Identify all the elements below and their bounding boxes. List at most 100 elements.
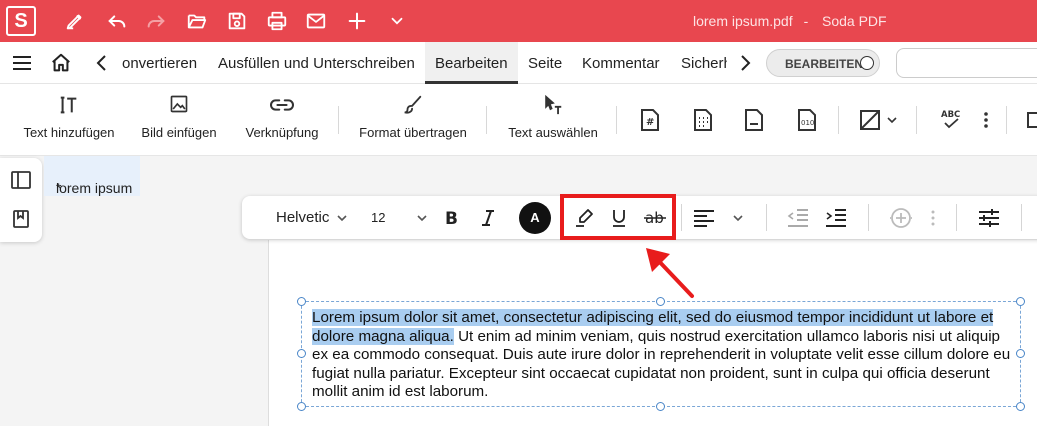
- svg-text:#: #: [646, 117, 654, 128]
- text-box[interactable]: Lorem ipsum dolor sit amet, consectetur …: [301, 301, 1021, 407]
- format-more-button: [930, 196, 936, 239]
- resize-handle-right[interactable]: [1016, 349, 1025, 358]
- page-number-icon[interactable]: [743, 108, 765, 132]
- font-size-select[interactable]: 12: [371, 196, 428, 239]
- ribbon-separator: [486, 106, 487, 134]
- insert-image-label: Bild einfügen: [141, 125, 217, 140]
- toolbar-separator: [868, 204, 869, 231]
- font-family-value: Helvetic: [276, 209, 330, 226]
- resize-handle-bottom-right[interactable]: [1016, 402, 1025, 411]
- link-button[interactable]: Verknüpfung: [236, 84, 328, 156]
- header-footer-icon[interactable]: #: [639, 108, 661, 132]
- bates-icon[interactable]: [692, 108, 714, 132]
- svg-text:B: B: [445, 209, 458, 227]
- select-text-label: Text auswählen: [508, 125, 598, 140]
- align-select[interactable]: [693, 196, 743, 239]
- search-input[interactable]: [896, 48, 1037, 78]
- redo-icon: [143, 8, 169, 34]
- more-vertical-icon: [931, 210, 935, 225]
- format-painter-button[interactable]: Format übertragen: [352, 84, 474, 156]
- sign-pen-icon[interactable]: [62, 8, 88, 34]
- ribbon-separator: [838, 106, 839, 134]
- app-name: Soda PDF: [822, 13, 887, 29]
- edit-ribbon: Text hinzufügen Bild einfügen Verknüpfun…: [0, 84, 1037, 156]
- toolbar-separator: [956, 204, 957, 231]
- annotation-highlight-box: [560, 194, 676, 240]
- resize-handle-top-left[interactable]: [297, 297, 306, 306]
- decrease-indent-icon: [787, 208, 808, 227]
- image-icon: [169, 94, 189, 114]
- title-separator: -: [803, 13, 809, 29]
- select-text-icon: [542, 94, 564, 116]
- add-text-button[interactable]: Text hinzufügen: [18, 84, 120, 156]
- more-options-icon[interactable]: [982, 108, 990, 132]
- chevron-down-icon: [417, 214, 428, 221]
- resize-handle-bottom[interactable]: [656, 402, 665, 411]
- select-text-button[interactable]: Text auswählen: [502, 84, 604, 156]
- text-settings-button[interactable]: [978, 196, 1000, 239]
- edit-mode-label: BEARBEITEN: [785, 57, 864, 71]
- link-icon: [269, 94, 295, 116]
- bold-icon: B: [445, 209, 458, 227]
- document-tab-label: lorem ipsum: [56, 180, 133, 196]
- bookmarks-panel-icon[interactable]: [13, 210, 29, 228]
- exit-edit-icon[interactable]: [1024, 108, 1037, 132]
- font-family-select[interactable]: Helvetic: [276, 196, 347, 239]
- app-logo[interactable]: S: [6, 6, 36, 36]
- unsaved-mark: *: [56, 180, 62, 196]
- undo-icon[interactable]: [104, 8, 130, 34]
- tabs-scroll-right-icon[interactable]: [738, 54, 752, 72]
- text-color-button[interactable]: A: [519, 196, 551, 239]
- resize-handle-top-right[interactable]: [1016, 297, 1025, 306]
- hamburger-menu-icon[interactable]: [11, 53, 33, 73]
- chevron-down-icon[interactable]: [384, 8, 410, 34]
- add-circle-icon: [890, 207, 912, 228]
- thumbnails-panel-icon[interactable]: [11, 171, 31, 189]
- ribbon-separator: [1006, 106, 1007, 134]
- side-panel: [0, 158, 42, 242]
- resize-handle-left[interactable]: [297, 349, 306, 358]
- resize-handle-top[interactable]: [656, 297, 665, 306]
- open-folder-icon[interactable]: [184, 8, 210, 34]
- tab-comment[interactable]: Kommentar: [582, 55, 660, 72]
- italic-button[interactable]: [480, 196, 496, 239]
- add-text-label: Text hinzufügen: [23, 125, 115, 140]
- increase-indent-icon: [826, 208, 846, 227]
- save-icon[interactable]: [224, 8, 250, 34]
- tabs-scroll-left-icon[interactable]: [95, 54, 109, 72]
- document-tab[interactable]: lorem ipsum *: [44, 156, 140, 196]
- resize-handle-bottom-left[interactable]: [297, 402, 306, 411]
- home-icon[interactable]: [50, 52, 72, 74]
- brush-icon: [402, 94, 424, 116]
- tab-fill-sign[interactable]: Ausfüllen und Unterschreiben: [218, 55, 415, 72]
- increase-indent-button[interactable]: [825, 196, 847, 239]
- chevron-down-icon: [733, 214, 743, 221]
- title-bar: S lorem ipsum.pdf - Soda PDF: [0, 0, 1037, 42]
- ribbon-separator: [916, 106, 917, 134]
- email-icon[interactable]: [303, 8, 329, 34]
- binary-icon[interactable]: 010: [796, 108, 818, 132]
- add-list-button: [889, 196, 913, 239]
- paragraph-text[interactable]: Lorem ipsum dolor sit amet, consectetur …: [312, 309, 1018, 402]
- decrease-indent-button: [787, 196, 809, 239]
- annotation-arrow: [640, 242, 700, 302]
- crop-icon[interactable]: [858, 108, 898, 132]
- window-title: lorem ipsum.pdf: [693, 13, 793, 29]
- sliders-icon: [979, 208, 999, 227]
- print-icon[interactable]: [264, 8, 290, 34]
- toggle-knob: [860, 56, 874, 70]
- tab-convert[interactable]: onvertieren: [122, 55, 197, 72]
- bold-button[interactable]: B: [444, 196, 460, 239]
- new-plus-icon[interactable]: [344, 8, 370, 34]
- tab-security[interactable]: Sicherh: [681, 55, 727, 72]
- italic-icon: [482, 209, 494, 226]
- font-size-value: 12: [371, 210, 386, 225]
- insert-image-button[interactable]: Bild einfügen: [135, 84, 223, 156]
- toolbar-separator: [1021, 204, 1022, 231]
- tab-edit[interactable]: Bearbeiten: [435, 55, 508, 72]
- spellcheck-icon[interactable]: ABC: [940, 108, 964, 132]
- menu-bar: onvertieren Ausfüllen und Unterschreiben…: [0, 42, 1037, 84]
- edit-mode-toggle[interactable]: BEARBEITEN: [766, 49, 880, 77]
- toolbar-separator: [766, 204, 767, 231]
- tab-page[interactable]: Seite: [528, 55, 562, 72]
